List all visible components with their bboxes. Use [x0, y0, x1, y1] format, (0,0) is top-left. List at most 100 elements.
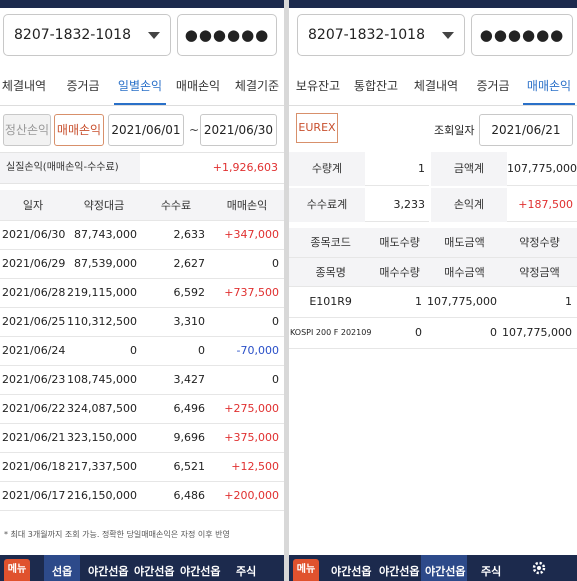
- cell-fee: 0: [142, 336, 210, 366]
- cell-date: 2021/06/30: [0, 220, 66, 250]
- cell-fee: 2,633: [142, 220, 210, 250]
- tab-trade-pnl[interactable]: 매매손익: [172, 70, 224, 105]
- bottom-nav: 메뉴 선옵 야간선옵 야간선옵 야간선옵 주식: [0, 555, 284, 581]
- left-panel: 8207-1832-1018 ●●●●●● 체결내역 증거금 일별손익 매매손익…: [0, 0, 284, 581]
- summary-row: 실질손익(매매손익-수수료) +1,926,603: [0, 152, 284, 184]
- date-to-field[interactable]: 2021/06/30: [200, 114, 277, 146]
- table-row[interactable]: 2021/06/23 108,745,000 3,427 0: [0, 365, 284, 395]
- cell-fee: 3,427: [142, 365, 210, 395]
- cell-contract-amount: 87,539,000: [66, 249, 142, 279]
- cell-fee: 9,696: [142, 423, 210, 453]
- cell-fee: 6,592: [142, 278, 210, 308]
- cell-fee: 6,521: [142, 452, 210, 482]
- table-row[interactable]: 2021/06/24 0 0 -70,000: [0, 336, 284, 366]
- qty-total-value: 1: [365, 152, 429, 186]
- tab-bar: 체결내역 증거금 일별손익 매매손익 체결기준: [0, 70, 284, 106]
- market-eurex-button[interactable]: EUREX: [296, 113, 338, 143]
- cell-fee: 2,627: [142, 249, 210, 279]
- cell-date: 2021/06/18: [0, 452, 66, 482]
- cell-trade-pnl: +275,000: [210, 394, 284, 424]
- cell-contract-amount: 108,745,000: [66, 365, 142, 395]
- cell-code: E101R9: [289, 286, 373, 318]
- account-select[interactable]: 8207-1832-1018: [297, 14, 465, 56]
- right-panel: 8207-1832-1018 ●●●●●● 보유잔고 통합잔고 체결내역 증거금…: [289, 0, 577, 581]
- col-code: 종목코드: [289, 228, 373, 258]
- query-date-field[interactable]: 2021/06/21: [479, 114, 573, 146]
- menu-button[interactable]: 메뉴: [4, 559, 30, 581]
- table-row[interactable]: 2021/06/22 324,087,500 6,496 +275,000: [0, 394, 284, 424]
- password-field[interactable]: ●●●●●●: [177, 14, 277, 56]
- chevron-down-icon: [148, 32, 160, 39]
- col-sell-amount: 매도금액: [427, 228, 502, 258]
- bottom-item[interactable]: 주식: [236, 563, 256, 579]
- trade-pnl-table: 종목코드 매도수량 매도금액 약정수량 종목명 매수수량 매수금액 약정금액 E…: [289, 228, 577, 349]
- tab-bar: 보유잔고 통합잔고 체결내역 증거금 매매손익: [289, 70, 577, 106]
- tab-trade-pnl[interactable]: 매매손익: [523, 70, 575, 105]
- bottom-item[interactable]: 야간선옵: [425, 563, 465, 579]
- table-row[interactable]: E101R9 1 107,775,000 1: [289, 286, 577, 318]
- cell-date: 2021/06/25: [0, 307, 66, 337]
- col-buy-qty: 매수수량: [372, 257, 428, 287]
- bottom-item[interactable]: 야간선옵: [134, 563, 174, 579]
- bottom-item[interactable]: 야간선옵: [379, 563, 419, 579]
- account-select[interactable]: 8207-1832-1018: [3, 14, 171, 56]
- cell-date: 2021/06/28: [0, 278, 66, 308]
- tab-combined-balance[interactable]: 통합잔고: [351, 70, 401, 105]
- tab-margin[interactable]: 증거금: [60, 70, 106, 105]
- cell-contract-amount: 110,312,500: [66, 307, 142, 337]
- cell-sell-qty: 1: [372, 286, 428, 318]
- table-row[interactable]: KOSPI 200 F 202109 0 0 107,775,000: [289, 317, 577, 349]
- bottom-item[interactable]: 선옵: [52, 563, 72, 579]
- table-row[interactable]: 2021/06/28 219,115,000 6,592 +737,500: [0, 278, 284, 308]
- cell-contract-amount: 219,115,000: [66, 278, 142, 308]
- cell-date: 2021/06/23: [0, 365, 66, 395]
- cell-buy-qty: 0: [372, 317, 428, 349]
- cell-trade-pnl: +375,000: [210, 423, 284, 453]
- bottom-item[interactable]: 주식: [481, 563, 501, 579]
- chevron-down-icon: [442, 32, 454, 39]
- tab-fill-basis[interactable]: 체결기준: [230, 70, 284, 105]
- cell-trade-pnl: +12,500: [210, 452, 284, 482]
- table-row[interactable]: 2021/06/17 216,150,000 6,486 +200,000: [0, 481, 284, 511]
- cell-trade-pnl: +347,000: [210, 220, 284, 250]
- tab-holdings[interactable]: 보유잔고: [293, 70, 343, 105]
- tab-fills[interactable]: 체결내역: [411, 70, 461, 105]
- settlement-pnl-button[interactable]: 정산손익: [3, 114, 51, 146]
- cell-date: 2021/06/21: [0, 423, 66, 453]
- tab-fills[interactable]: 체결내역: [0, 70, 48, 105]
- account-number: 8207-1832-1018: [308, 27, 425, 43]
- bottom-item[interactable]: 야간선옵: [88, 563, 128, 579]
- table-row[interactable]: 2021/06/21 323,150,000 9,696 +375,000: [0, 423, 284, 453]
- bottom-item[interactable]: 야간선옵: [331, 563, 371, 579]
- menu-button[interactable]: 메뉴: [293, 559, 319, 581]
- cell-trade-pnl: 0: [210, 307, 284, 337]
- cell-name: KOSPI 200 F 202109: [289, 317, 373, 349]
- col-date: 일자: [0, 190, 66, 221]
- fee-total-value: 3,233: [365, 188, 429, 222]
- date-separator: ~: [189, 123, 200, 137]
- table-row[interactable]: 2021/06/25 110,312,500 3,310 0: [0, 307, 284, 337]
- cell-contract-amount: 0: [66, 336, 142, 366]
- col-buy-amount: 매수금액: [427, 257, 502, 287]
- table-row[interactable]: 2021/06/30 87,743,000 2,633 +347,000: [0, 220, 284, 250]
- table-row[interactable]: 2021/06/18 217,337,500 6,521 +12,500: [0, 452, 284, 482]
- cell-contract-amount: 324,087,500: [66, 394, 142, 424]
- tab-margin[interactable]: 증거금: [471, 70, 515, 105]
- col-contract-amount: 약정대금: [66, 190, 142, 221]
- date-from-field[interactable]: 2021/06/01: [108, 114, 184, 146]
- amount-total-label: 금액계: [431, 152, 507, 186]
- trade-pnl-button[interactable]: 매매손익: [54, 114, 104, 146]
- cell-fee: 6,496: [142, 394, 210, 424]
- password-field[interactable]: ●●●●●●: [471, 14, 573, 56]
- table-row[interactable]: 2021/06/29 87,539,000 2,627 0: [0, 249, 284, 279]
- cell-fee: 6,486: [142, 481, 210, 511]
- cell-fee: 3,310: [142, 307, 210, 337]
- col-fee: 수수료: [142, 190, 210, 221]
- cell-contract-amount: 87,743,000: [66, 220, 142, 250]
- summary-value: +1,926,603: [212, 161, 278, 174]
- bottom-item[interactable]: 야간선옵: [180, 563, 220, 579]
- gear-icon[interactable]: [531, 560, 547, 576]
- summary-label: 실질손익(매매손익-수수료): [0, 153, 140, 183]
- cell-contract-amount: 217,337,500: [66, 452, 142, 482]
- tab-daily-pnl[interactable]: 일별손익: [114, 70, 166, 105]
